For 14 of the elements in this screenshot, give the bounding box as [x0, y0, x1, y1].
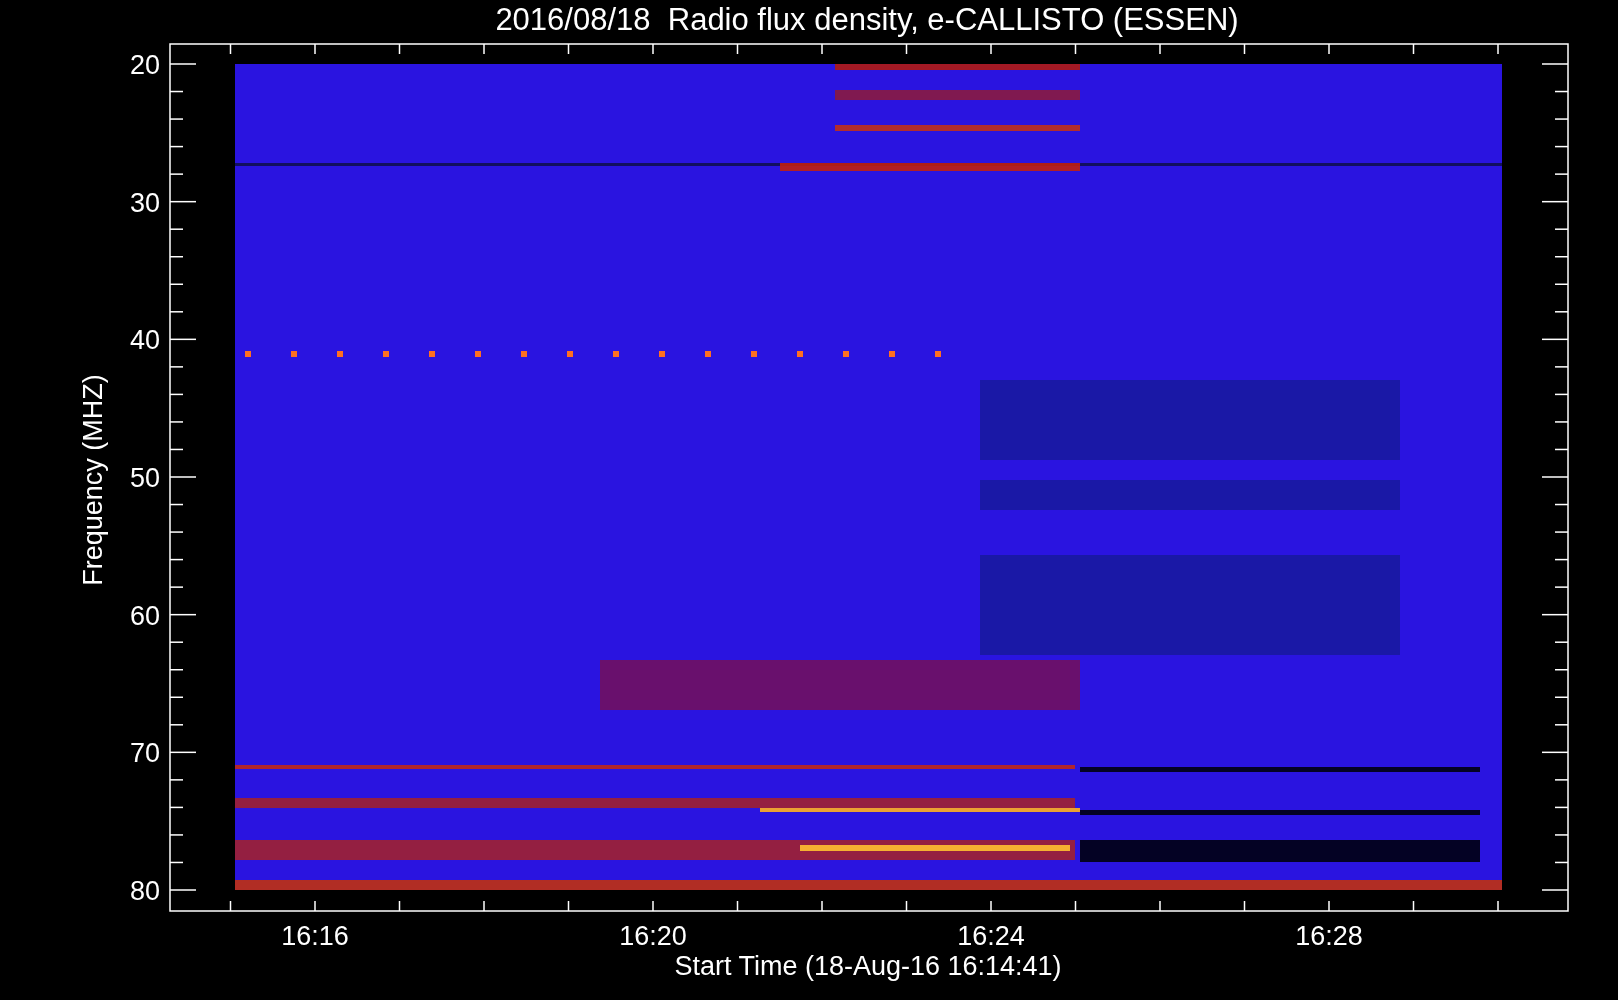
y-tick-label: 40 — [129, 325, 160, 356]
y-axis-label: Frequency (MHZ) — [78, 374, 108, 586]
x-tick-label: 16:20 — [619, 921, 687, 951]
x-tick-label: 16:16 — [281, 921, 349, 951]
x-tick-label: 16:24 — [957, 921, 1025, 951]
y-tick-label: 30 — [129, 187, 160, 218]
x-tick-label: 16:28 — [1295, 921, 1363, 951]
y-tick-label: 20 — [129, 50, 160, 80]
chart-title: 2016/08/18 Radio flux density, e-CALLISTO (ESSEN) — [495, 2, 1239, 37]
y-tick-label: 80 — [129, 876, 160, 906]
y-tick-label: 60 — [129, 600, 160, 631]
y-tick-label: 70 — [129, 738, 160, 769]
y-tick-label: 50 — [129, 463, 160, 493]
x-axis-label: Start Time (18-Aug-16 16:14:41) — [674, 951, 1062, 981]
